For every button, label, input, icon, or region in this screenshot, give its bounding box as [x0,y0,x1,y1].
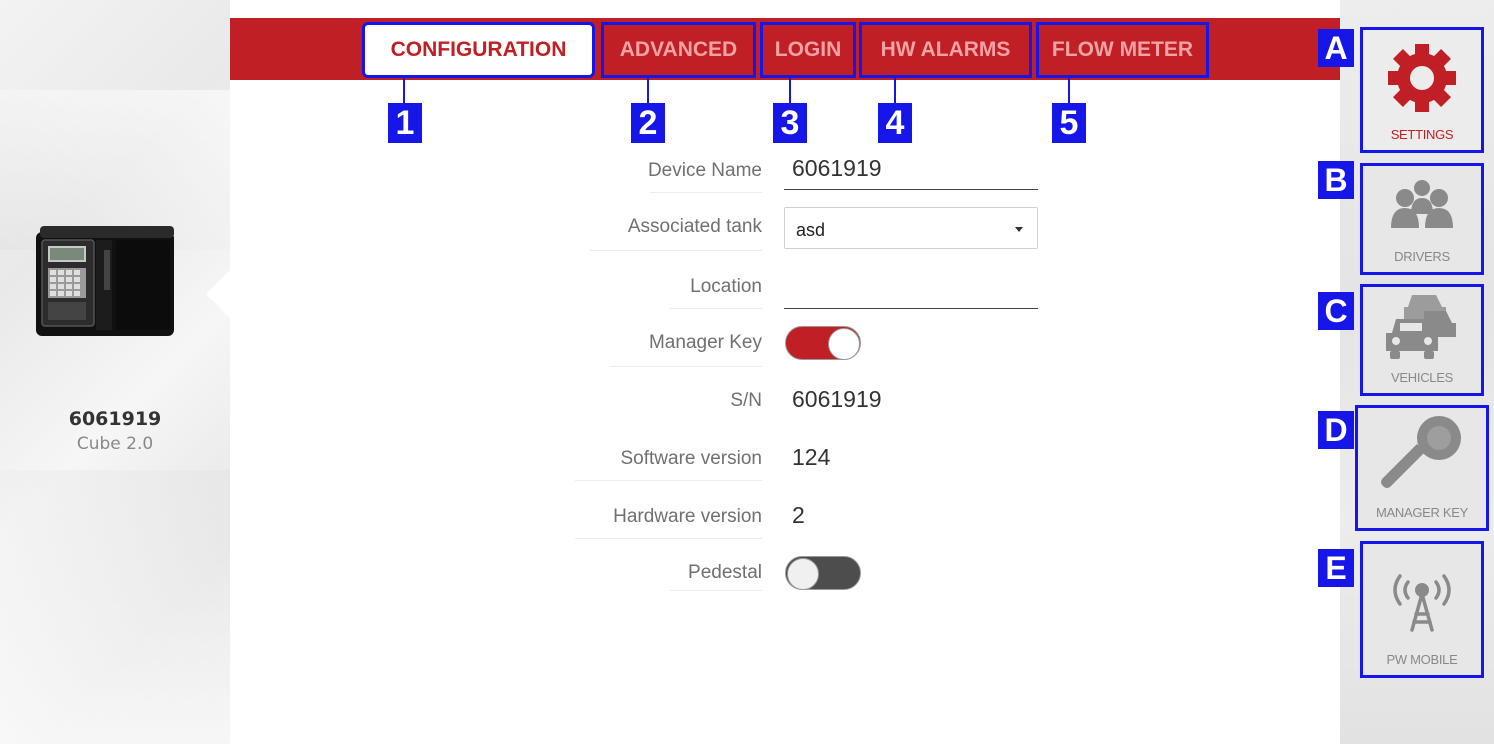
device-model: Cube 2.0 [76,434,154,454]
annotation-number: 4 [878,103,912,143]
annotation-connector [789,78,791,104]
tab-hw-alarms[interactable]: HW ALARMS [859,22,1032,78]
annotation-letter: D [1318,411,1354,449]
tab-configuration[interactable]: CONFIGURATION [362,22,595,78]
tab-flow-meter[interactable]: FLOW METER [1036,22,1209,78]
device-name-input[interactable]: 6061919 [792,155,882,182]
tab-login[interactable]: LOGIN [760,22,856,78]
tab-label: LOGIN [774,38,842,61]
manager-key-toggle[interactable] [785,326,861,360]
antenna-icon [1393,574,1451,632]
sidebar-item-drivers[interactable]: DRIVERS [1360,163,1484,275]
annotation-letter: A [1318,29,1354,67]
dropdown-caret-icon [1015,227,1023,232]
device-panel: 6061919 Cube 2.0 [0,0,230,744]
sidebar-item-manager-key[interactable]: MANAGER KEY [1355,405,1489,531]
pedestal-label: Pedestal [688,562,762,583]
sidebar-item-label: PW MOBILE [1386,652,1458,667]
gear-icon [1388,44,1456,112]
annotation-number: 1 [388,103,422,143]
divider [610,366,762,367]
sidebar-item-pw-mobile[interactable]: PW MOBILE [1360,541,1484,678]
annotation-letter: E [1318,549,1354,587]
toggle-knob [787,558,819,590]
device-name: 6061919 [68,408,162,430]
device-image [36,226,174,336]
sidebar-item-label: DRIVERS [1394,249,1450,264]
hardware-version-value: 2 [792,502,805,528]
tab-label: ADVANCED [619,38,738,61]
pedestal-toggle[interactable] [785,556,861,590]
divider [575,480,762,481]
annotation-number: 2 [631,103,665,143]
sidebar-item-settings[interactable]: SETTINGS [1360,27,1484,153]
key-icon [1381,416,1461,488]
toggle-knob [828,328,860,360]
tab-advanced[interactable]: ADVANCED [601,22,756,78]
location-label: Location [690,276,762,297]
associated-tank-label: Associated tank [627,216,762,237]
tab-label: FLOW METER [1051,38,1194,61]
sn-label: S/N [730,390,762,411]
device-name-underline [784,189,1038,190]
software-version-value: 124 [792,444,831,470]
hardware-version-label: Hardware version [613,506,762,527]
annotation-letter: B [1318,161,1354,199]
associated-tank-select[interactable]: asd [784,207,1038,249]
divider [670,308,762,309]
annotation-number: 3 [773,103,807,143]
sidebar-item-vehicles[interactable]: VEHICLES [1360,284,1484,396]
panel-pointer [206,270,230,318]
annotation-number: 5 [1052,103,1086,143]
device-name-label: Device Name [647,160,762,181]
people-icon [1391,180,1453,228]
annotation-letter: C [1318,292,1354,330]
manager-key-label: Manager Key [648,332,762,353]
location-underline [784,308,1038,309]
annotation-connector [1068,78,1070,104]
background-facet [0,470,230,744]
sidebar-item-label: SETTINGS [1390,127,1454,142]
divider [590,250,762,251]
divider [650,192,762,193]
sn-value: 6061919 [792,386,882,412]
divider [575,538,762,539]
sidebar-item-label: MANAGER KEY [1375,505,1469,520]
annotation-connector [403,78,405,104]
sidebar-item-label: VEHICLES [1391,370,1453,385]
annotation-connector [647,78,649,104]
cars-icon [1386,295,1456,359]
tab-label: CONFIGURATION [390,38,567,61]
associated-tank-value: asd [796,220,826,240]
software-version-label: Software version [620,448,762,469]
tab-label: HW ALARMS [880,38,1011,61]
annotation-connector [894,78,896,104]
divider [670,590,762,591]
